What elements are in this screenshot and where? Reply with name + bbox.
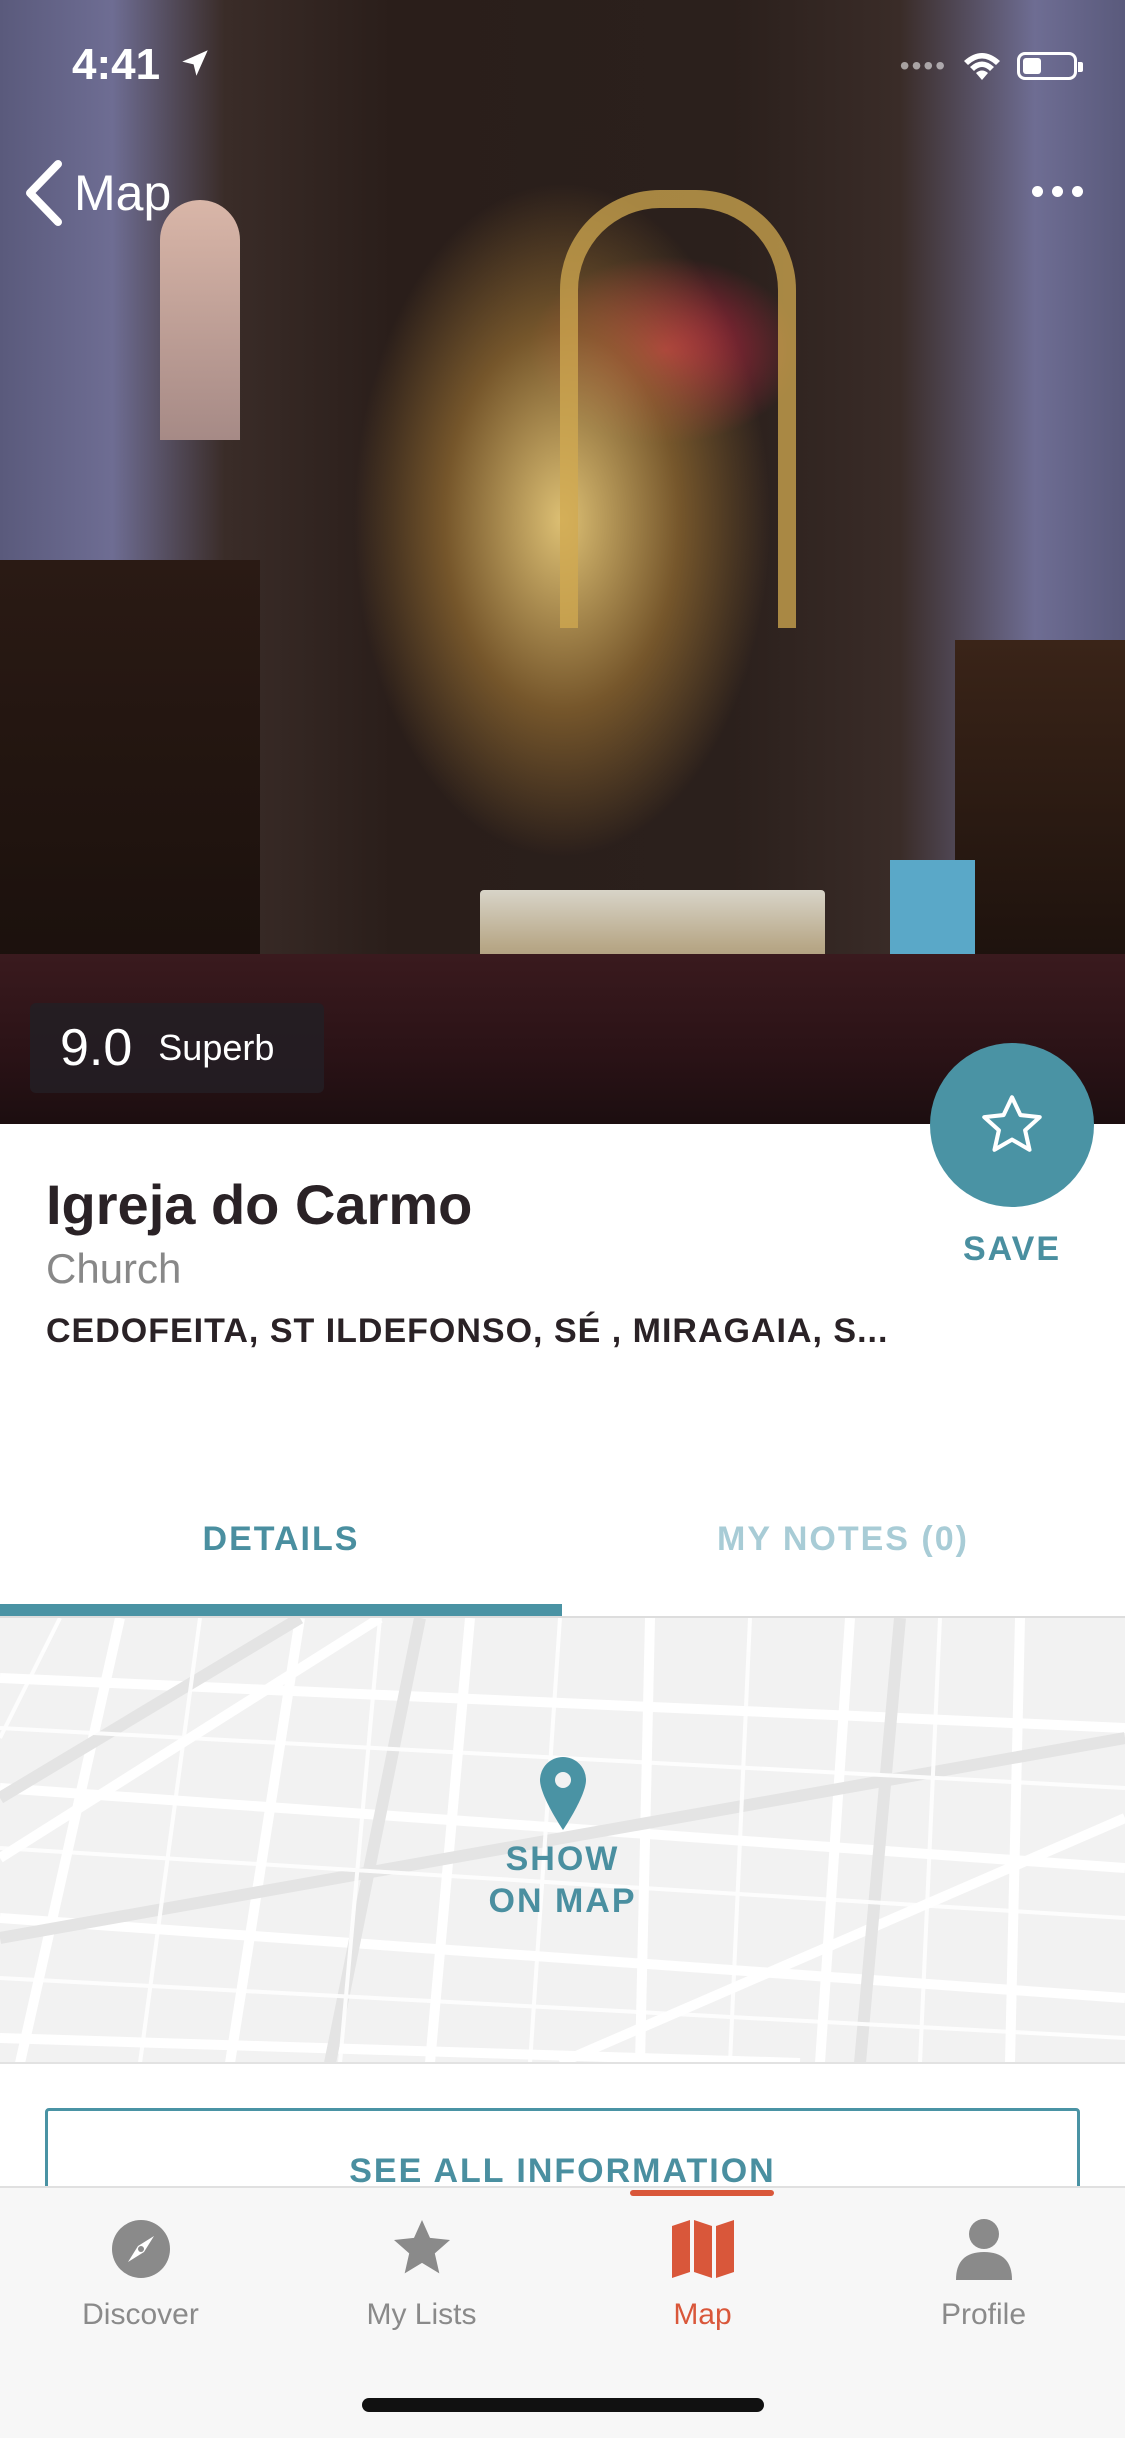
altar-arch <box>560 190 796 628</box>
side-panel <box>955 640 1125 1000</box>
cellular-signal-icon: •••• <box>899 50 947 81</box>
chevron-left-icon <box>26 160 62 226</box>
tabbar-label-discover: Discover <box>82 2298 199 2331</box>
place-category: Church <box>46 1245 182 1292</box>
status-time: 4:41 <box>72 40 161 89</box>
tabbar-item-profile[interactable]: Profile <box>843 2210 1124 2332</box>
map-divider <box>0 2062 1125 2064</box>
more-options-icon[interactable] <box>1032 186 1083 197</box>
tabbar-active-indicator <box>630 2190 774 2196</box>
compass-icon <box>111 2220 170 2278</box>
profile-icon <box>955 2219 1012 2280</box>
save-button[interactable] <box>930 1043 1094 1207</box>
location-arrow-icon <box>182 50 208 76</box>
place-title: Igreja do Carmo <box>46 1173 473 1236</box>
tabbar-label-profile: Profile <box>940 2298 1027 2331</box>
place-address: CEDOFEITA, ST ILDEFONSO, SÉ , MIRAGAIA, … <box>46 1312 889 1350</box>
home-indicator <box>362 2398 764 2412</box>
status-indicators: •••• <box>899 50 1083 82</box>
rating-word: Superb <box>158 1027 275 1068</box>
map-pin-icon <box>540 1757 586 1830</box>
rating-badge: 9.0 Superb <box>30 1003 324 1093</box>
back-label: Map <box>74 165 172 221</box>
tabbar-label-map: Map <box>673 2298 732 2331</box>
rating-score: 9.0 <box>60 1019 133 1077</box>
back-button[interactable]: Map <box>22 160 171 226</box>
tabbar-item-discover[interactable]: Discover <box>0 2210 281 2332</box>
star-icon <box>393 2220 450 2274</box>
battery-icon <box>1017 52 1083 80</box>
map-icon <box>671 2220 734 2278</box>
tabbar-label-my-lists: My Lists <box>366 2298 477 2331</box>
tabbar-item-map[interactable]: Map <box>562 2210 843 2332</box>
church-window <box>160 200 240 440</box>
wifi-icon <box>964 53 1000 80</box>
save-label[interactable]: SAVE <box>930 1230 1094 1269</box>
tab-my-notes[interactable]: MY NOTES (0) <box>562 1520 1124 1559</box>
star-outline-icon <box>982 1095 1042 1152</box>
show-on-map-line2: ON MAP <box>488 1882 637 1920</box>
show-on-map-line1: SHOW <box>505 1840 620 1878</box>
choir-stalls <box>0 560 260 990</box>
tabbar-item-my-lists[interactable]: My Lists <box>281 2210 562 2332</box>
show-on-map-label[interactable]: SHOW ON MAP <box>0 1838 1125 1922</box>
tab-details[interactable]: DETAILS <box>0 1520 562 1559</box>
